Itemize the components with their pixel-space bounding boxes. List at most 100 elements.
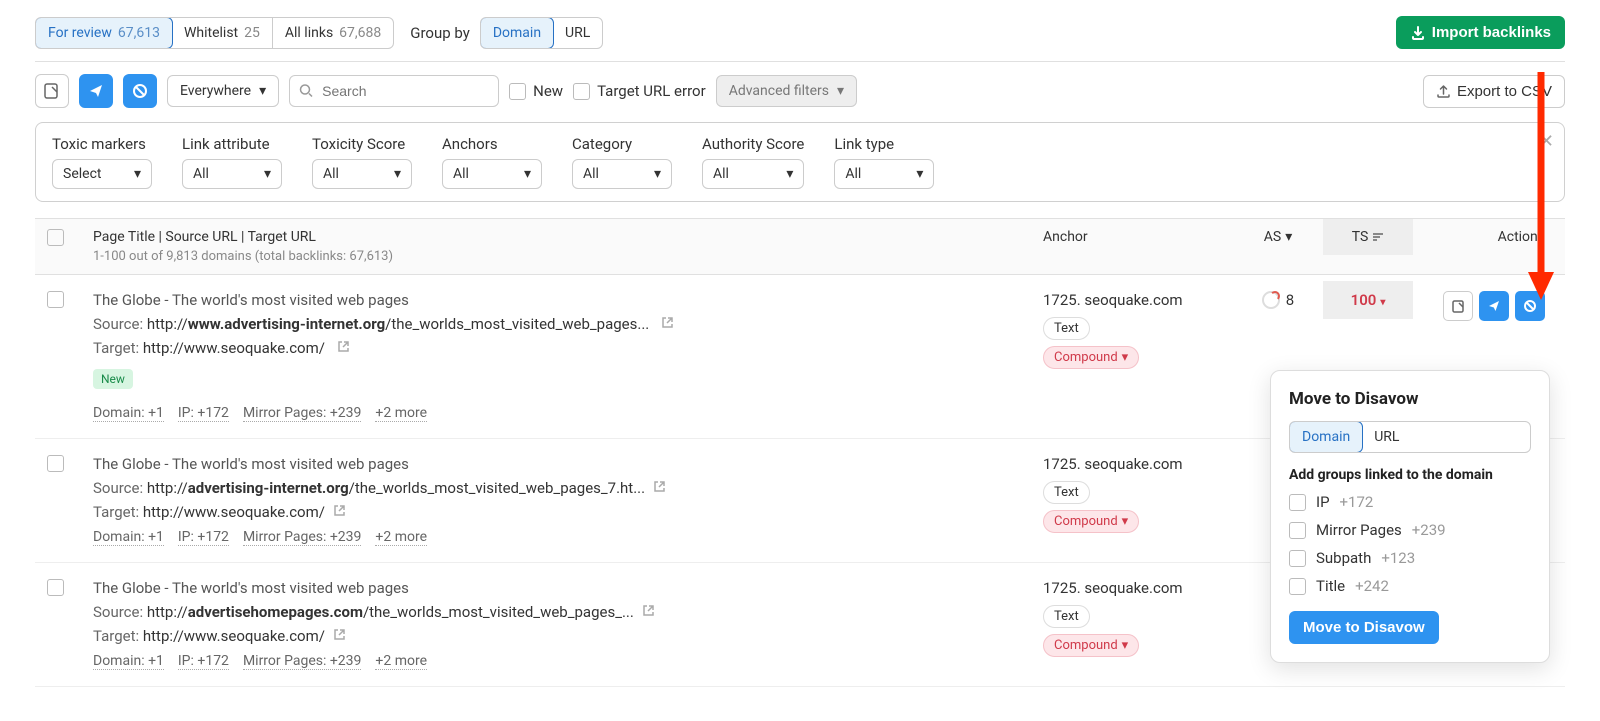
page-title: The Globe - The world's most visited web… <box>93 455 1043 473</box>
tab-for-review[interactable]: For review 67,613 <box>35 17 173 49</box>
row-send-button[interactable] <box>1479 291 1509 321</box>
chevron-down-icon: ▾ <box>1122 638 1129 653</box>
group-by-url[interactable]: URL <box>553 18 602 48</box>
col-ts-header[interactable]: TS <box>1352 229 1385 245</box>
page-title: The Globe - The world's most visited web… <box>93 579 1043 597</box>
send-icon-button[interactable] <box>79 74 113 108</box>
upload-icon <box>1436 84 1451 99</box>
search-input[interactable] <box>289 75 499 107</box>
group-title-checkbox[interactable] <box>1289 578 1306 595</box>
target-url-error-checkbox[interactable] <box>573 83 590 100</box>
tab-all-links[interactable]: All links 67,688 <box>273 18 393 48</box>
meta-domain[interactable]: Domain: +1 <box>93 529 164 546</box>
as-gauge-icon <box>1262 291 1280 309</box>
group-count: +172 <box>1340 493 1374 511</box>
move-to-disavow-button[interactable]: Move to Disavow <box>1289 611 1439 644</box>
popover-title: Move to Disavow <box>1289 389 1531 409</box>
chevron-down-icon: ▾ <box>134 166 141 182</box>
external-link-icon[interactable] <box>333 504 346 517</box>
tab-whitelist[interactable]: Whitelist 25 <box>172 18 273 48</box>
meta-domain[interactable]: Domain: +1 <box>93 405 164 422</box>
whitelist-icon-button[interactable] <box>35 74 69 108</box>
anchor-tag-compound[interactable]: Compound ▾ <box>1043 510 1139 533</box>
group-mirror-checkbox[interactable] <box>1289 522 1306 539</box>
filter-panel: Toxic markersSelect▾ Link attributeAll▾ … <box>35 122 1565 202</box>
meta-more[interactable]: +2 more <box>375 529 427 546</box>
filter-toxicity-score[interactable]: All▾ <box>312 159 412 189</box>
external-link-icon[interactable] <box>642 604 655 617</box>
filter-link-attribute[interactable]: All▾ <box>182 159 282 189</box>
download-icon <box>1410 25 1426 41</box>
col-anchor: Anchor <box>1043 229 1088 245</box>
chevron-down-icon: ▾ <box>259 83 266 99</box>
page-title: The Globe - The world's most visited web… <box>93 291 1043 309</box>
filter-authority-score[interactable]: All▾ <box>702 159 804 189</box>
meta-ip[interactable]: IP: +172 <box>178 405 229 422</box>
row-checkbox[interactable] <box>47 291 64 308</box>
filter-label: Anchors <box>442 135 542 153</box>
import-backlinks-button[interactable]: Import backlinks <box>1396 16 1565 49</box>
chevron-down-icon: ▾ <box>654 166 661 182</box>
group-subpath-checkbox[interactable] <box>1289 550 1306 567</box>
anchor-tag-compound[interactable]: Compound ▾ <box>1043 634 1139 657</box>
meta-mirror[interactable]: Mirror Pages: +239 <box>243 653 361 670</box>
filter-category[interactable]: All▾ <box>572 159 672 189</box>
move-to-disavow-popover: Move to Disavow Domain URL Add groups li… <box>1270 370 1550 663</box>
group-by-domain[interactable]: Domain <box>480 17 554 49</box>
anchor-tag-compound[interactable]: Compound ▾ <box>1043 346 1139 369</box>
meta-ip[interactable]: IP: +172 <box>178 653 229 670</box>
popover-seg-domain[interactable]: Domain <box>1289 421 1363 453</box>
chevron-down-icon: ▾ <box>916 166 923 182</box>
source-line: Source: http://www.advertising-internet.… <box>93 315 1043 333</box>
external-link-icon[interactable] <box>661 316 674 329</box>
row-checkbox[interactable] <box>47 455 64 472</box>
group-label: Mirror Pages <box>1316 521 1402 539</box>
col-main-title: Page Title | Source URL | Target URL <box>93 229 1043 245</box>
filter-toxic-markers[interactable]: Select▾ <box>52 159 152 189</box>
ts-value[interactable]: 100▾ <box>1351 291 1386 309</box>
popover-seg-url[interactable]: URL <box>1362 422 1411 452</box>
filter-anchors[interactable]: All▾ <box>442 159 542 189</box>
meta-mirror[interactable]: Mirror Pages: +239 <box>243 405 361 422</box>
meta-ip[interactable]: IP: +172 <box>178 529 229 546</box>
filter-label: Link attribute <box>182 135 282 153</box>
meta-domain[interactable]: Domain: +1 <box>93 653 164 670</box>
new-checkbox[interactable] <box>509 83 526 100</box>
new-badge: New <box>93 369 133 389</box>
disavow-icon-button[interactable] <box>123 74 157 108</box>
external-link-icon[interactable] <box>337 340 350 353</box>
target-line: Target: http://www.seoquake.com/ <box>93 339 1043 357</box>
group-label: IP <box>1316 493 1330 511</box>
group-label: Subpath <box>1316 549 1371 567</box>
popover-subhead: Add groups linked to the domain <box>1289 467 1531 483</box>
row-checkbox[interactable] <box>47 579 64 596</box>
everywhere-dropdown[interactable]: Everywhere ▾ <box>167 75 279 107</box>
table-header: Page Title | Source URL | Target URL 1-1… <box>35 218 1565 275</box>
filter-label: Category <box>572 135 672 153</box>
anchor-tag-text: Text <box>1043 605 1090 628</box>
meta-more[interactable]: +2 more <box>375 405 427 422</box>
external-link-icon[interactable] <box>333 628 346 641</box>
filter-label: Toxicity Score <box>312 135 412 153</box>
group-by-label: Group by <box>410 24 470 42</box>
col-as-header[interactable]: AS ▾ <box>1264 229 1292 245</box>
filter-link-type[interactable]: All▾ <box>834 159 934 189</box>
filter-label: Authority Score <box>702 135 804 153</box>
chevron-down-icon: ▾ <box>837 83 844 99</box>
anchor-text: 1725. seoquake.com <box>1043 455 1233 473</box>
meta-more[interactable]: +2 more <box>375 653 427 670</box>
anchor-text: 1725. seoquake.com <box>1043 291 1233 309</box>
tab-label: All links <box>285 25 333 41</box>
group-ip-checkbox[interactable] <box>1289 494 1306 511</box>
row-whitelist-button[interactable] <box>1443 291 1473 321</box>
group-count: +123 <box>1381 549 1415 567</box>
advanced-filters-button[interactable]: Advanced filters ▾ <box>716 75 857 107</box>
select-all-checkbox[interactable] <box>47 229 64 246</box>
tab-label: Whitelist <box>184 25 238 41</box>
chevron-down-icon: ▾ <box>1122 514 1129 529</box>
group-count: +242 <box>1355 577 1389 595</box>
chevron-down-icon: ▾ <box>786 166 793 182</box>
group-by: Group by Domain URL <box>410 17 603 49</box>
meta-mirror[interactable]: Mirror Pages: +239 <box>243 529 361 546</box>
external-link-icon[interactable] <box>653 480 666 493</box>
